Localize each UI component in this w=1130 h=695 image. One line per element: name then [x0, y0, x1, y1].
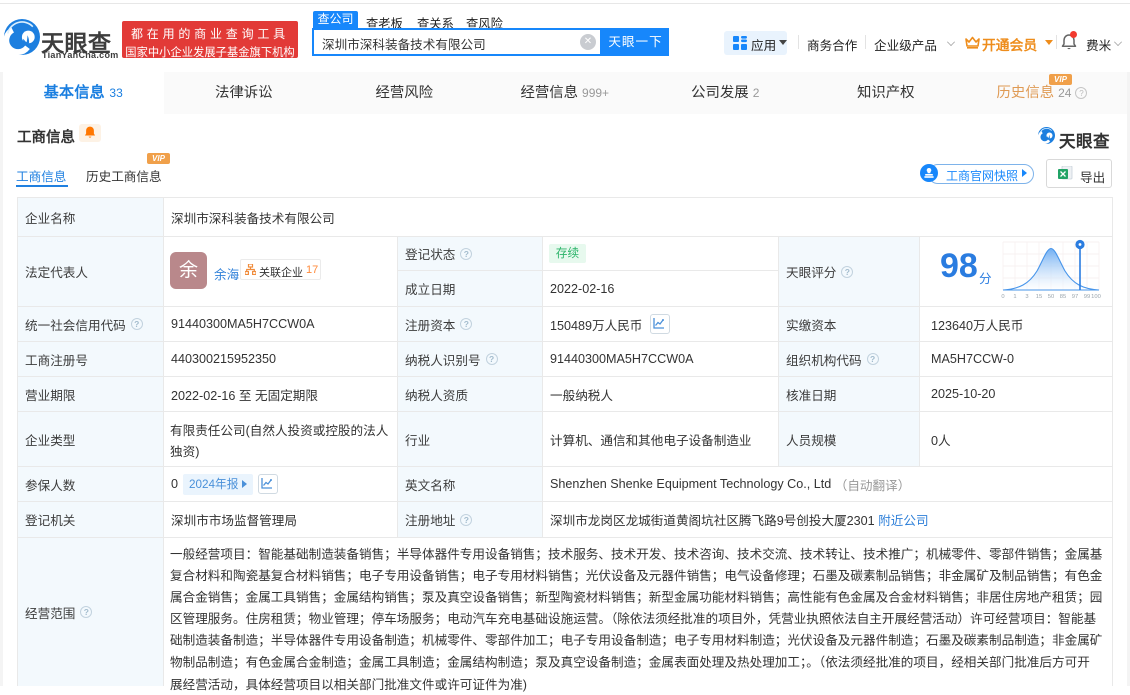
svg-text:100: 100 — [1091, 294, 1101, 300]
svg-text:99: 99 — [1084, 294, 1090, 300]
svg-text:97: 97 — [1072, 294, 1078, 300]
svg-text:85: 85 — [1060, 294, 1066, 300]
svg-text:0: 0 — [1001, 294, 1004, 300]
svg-text:15: 15 — [1036, 294, 1042, 300]
svg-text:3: 3 — [1025, 294, 1028, 300]
svg-text:50: 50 — [1048, 294, 1054, 300]
svg-text:1: 1 — [1013, 294, 1016, 300]
